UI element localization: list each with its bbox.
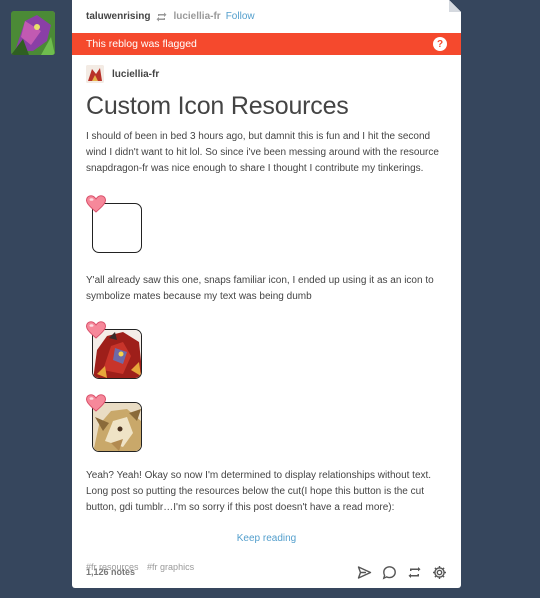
flag-banner: This reblog was flagged ? <box>72 33 461 55</box>
post-paragraph: Yeah? Yeah! Okay so now I'm determined t… <box>86 470 432 513</box>
share-icon[interactable] <box>357 565 372 580</box>
settings-icon[interactable] <box>432 565 447 580</box>
post-footer: 1,126 notes <box>86 562 447 582</box>
post-card: taluwenrising luciellia-fr Follow This r… <box>72 0 461 588</box>
icon-example-empty <box>86 195 142 253</box>
blog-name-link[interactable]: taluwenrising <box>86 11 150 22</box>
reblog-icon <box>156 12 167 22</box>
reblog-source-name[interactable]: luciellia-fr <box>112 69 159 80</box>
notes-count[interactable]: 1,126 notes <box>86 567 135 577</box>
reblog-icon[interactable] <box>407 565 422 580</box>
post-header: taluwenrising luciellia-fr Follow <box>72 0 461 33</box>
post-body: luciellia-fr Custom Icon Resources I sho… <box>72 65 461 572</box>
post-paragraph: I should of been in bed 3 hours ago, but… <box>86 131 439 174</box>
post-corner-fold <box>449 0 461 12</box>
dashboard: taluwenrising luciellia-fr Follow This r… <box>0 0 540 598</box>
reblog-source: luciellia-fr <box>86 65 447 83</box>
post-actions <box>357 565 447 580</box>
heart-icon <box>86 195 106 213</box>
follow-button[interactable]: Follow <box>226 11 255 22</box>
post-paragraph: Y'all already saw this one, snaps famili… <box>86 275 434 302</box>
keep-reading-link[interactable]: Keep reading <box>86 533 447 544</box>
icon-example-red-dragon <box>86 321 142 379</box>
flag-message: This reblog was flagged <box>86 38 197 50</box>
reply-icon[interactable] <box>382 565 397 580</box>
icon-example-cream-dragon <box>86 394 142 452</box>
reblog-source-avatar[interactable] <box>86 65 104 83</box>
heart-icon <box>86 394 106 412</box>
heart-icon <box>86 321 106 339</box>
source-blog-link[interactable]: luciellia-fr <box>173 11 220 22</box>
blog-avatar[interactable] <box>11 11 55 55</box>
post-title: Custom Icon Resources <box>86 92 349 120</box>
flag-help-button[interactable]: ? <box>433 37 447 51</box>
